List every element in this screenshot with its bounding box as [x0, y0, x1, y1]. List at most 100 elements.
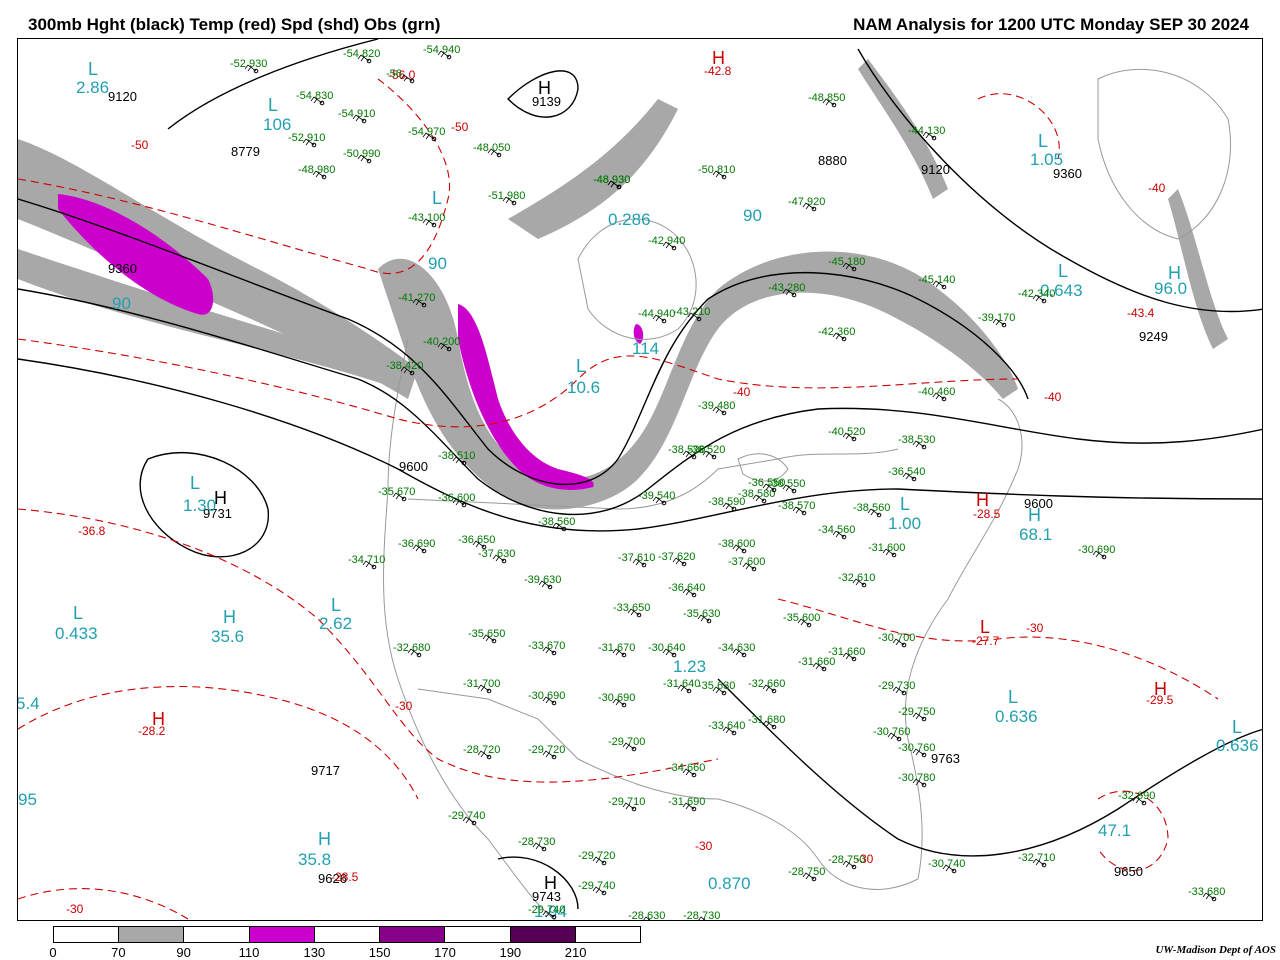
height-label: 9120	[921, 162, 950, 177]
low-marker: L	[576, 356, 586, 376]
legend-tick: 90	[176, 945, 191, 960]
high-marker: H	[214, 488, 227, 508]
speed-label: 0.636	[1216, 736, 1259, 755]
station-observation: -54 970	[408, 126, 445, 138]
chart-title-left: 300mb Hght (black) Temp (red) Spd (shd) …	[28, 15, 441, 34]
temperature-label: -30	[1026, 621, 1044, 635]
legend-cell	[380, 927, 446, 942]
station-observation: -35 600	[783, 612, 820, 624]
station-observation: -48 980	[298, 164, 335, 176]
height-contour-8	[717, 678, 1262, 857]
height-label: 9600	[399, 459, 428, 474]
low-marker: L	[268, 95, 278, 115]
high-marker: H	[544, 873, 557, 893]
legend-tick: 150	[368, 945, 391, 960]
station-observation: -29 740	[578, 880, 615, 892]
speed-label: 1.23	[673, 657, 706, 676]
station-observation: -38 570	[778, 500, 815, 512]
station-observation: -30 780	[898, 772, 935, 784]
chart-title-right: NAM Analysis for 1200 UTC Monday SEP 30 …	[853, 15, 1249, 34]
low-marker: L	[88, 59, 98, 79]
station-observation: -41 270	[398, 292, 435, 304]
station-observation: -47 920	[788, 196, 825, 208]
station-observation: -42 360	[818, 326, 855, 338]
station-observation: -28 730	[683, 910, 720, 921]
station-observation: -35 650	[468, 628, 505, 640]
station-observation: -30 690	[598, 692, 635, 704]
station-observation: -52 930	[230, 58, 267, 70]
station-observation: -50 990	[343, 148, 380, 160]
low-marker: L	[73, 603, 83, 623]
speed-label: 1.00	[888, 514, 921, 533]
speed-label: 68.1	[1019, 525, 1052, 544]
legend-cell	[445, 927, 511, 942]
station-observation: -36 600	[438, 492, 475, 504]
speed-label: 114	[632, 339, 659, 358]
speed-label: 90	[428, 254, 447, 273]
station-observation: -30 690	[528, 690, 565, 702]
station-observation: -30 760	[873, 726, 910, 738]
station-observation: -48 930	[593, 174, 630, 186]
high-marker: H	[538, 78, 551, 98]
station-observation: -29 700	[608, 736, 645, 748]
jet-gray-north	[508, 99, 678, 239]
station-observation: -39 540	[638, 490, 675, 502]
legend-tick: 210	[564, 945, 587, 960]
station-observation: -29 740	[528, 904, 565, 916]
low-marker: L	[1008, 687, 1018, 707]
station-observation: -38 530	[898, 434, 935, 446]
station-observation: -35 630	[683, 608, 720, 620]
weather-map[interactable]: 9120 9139 8779 8880 9120 9360 9249 9360 …	[17, 38, 1263, 921]
station-observation: -48 850	[808, 92, 845, 104]
speed-label: 90	[112, 294, 131, 313]
station-observation: -54 940	[423, 44, 460, 56]
station-observation: -34 710	[348, 554, 385, 566]
temp-contour-7	[18, 888, 189, 920]
temperature-label: -43.4	[1127, 306, 1155, 320]
station-observation: -35 630	[698, 680, 735, 692]
speed-label: 90	[743, 206, 762, 225]
high-marker: H	[152, 709, 165, 729]
station-observation: -32 710	[1018, 852, 1055, 864]
station-observation: -31 670	[598, 642, 635, 654]
station-observation: -32 660	[748, 678, 785, 690]
legend-cell	[54, 927, 120, 942]
station-observation: -38 420	[386, 360, 423, 372]
station-observation: -31 600	[868, 542, 905, 554]
station-observation: -30 700	[878, 632, 915, 644]
station-observation: -35 670	[378, 486, 415, 498]
station-observation: -29 750	[898, 706, 935, 718]
station-observation: -45 140	[918, 274, 955, 286]
station-observation: -45 180	[828, 256, 865, 268]
station-observation: -36 540	[888, 466, 925, 478]
height-label: 9717	[311, 763, 340, 778]
station-observation: -29 710	[608, 796, 645, 808]
legend-cell	[119, 927, 185, 942]
low-marker: L	[900, 494, 910, 514]
speed-label: 5.4	[18, 694, 40, 713]
station-observation: -33 670	[528, 640, 565, 652]
temp-contour-2	[18, 338, 1019, 428]
speed-label: 0.870	[708, 874, 751, 893]
station-observation: -31 690	[668, 796, 705, 808]
station-observation: -39 480	[698, 400, 735, 412]
station-observation: -28 730	[518, 836, 555, 848]
station-observation: -28 630	[628, 910, 665, 921]
station-observation: -30 640	[648, 642, 685, 654]
speed-legend	[53, 926, 641, 943]
station-observation: -31 680	[748, 714, 785, 726]
legend-cell	[249, 927, 315, 942]
station-observation: -37 610	[618, 552, 655, 564]
height-label: 9249	[1139, 329, 1168, 344]
temperature-label: -36.8	[78, 524, 106, 538]
legend-cell	[575, 927, 640, 942]
low-marker: L	[980, 617, 990, 637]
station-observation: -32 610	[838, 572, 875, 584]
high-marker: H	[1154, 679, 1167, 699]
speed-label: 35.6	[211, 627, 244, 646]
speed-label: 2.86	[76, 78, 109, 97]
temperature-label: -30	[695, 839, 713, 853]
station-observation: -56	[386, 68, 402, 80]
station-observation: -40 520	[828, 426, 865, 438]
legend-tick: 190	[499, 945, 522, 960]
